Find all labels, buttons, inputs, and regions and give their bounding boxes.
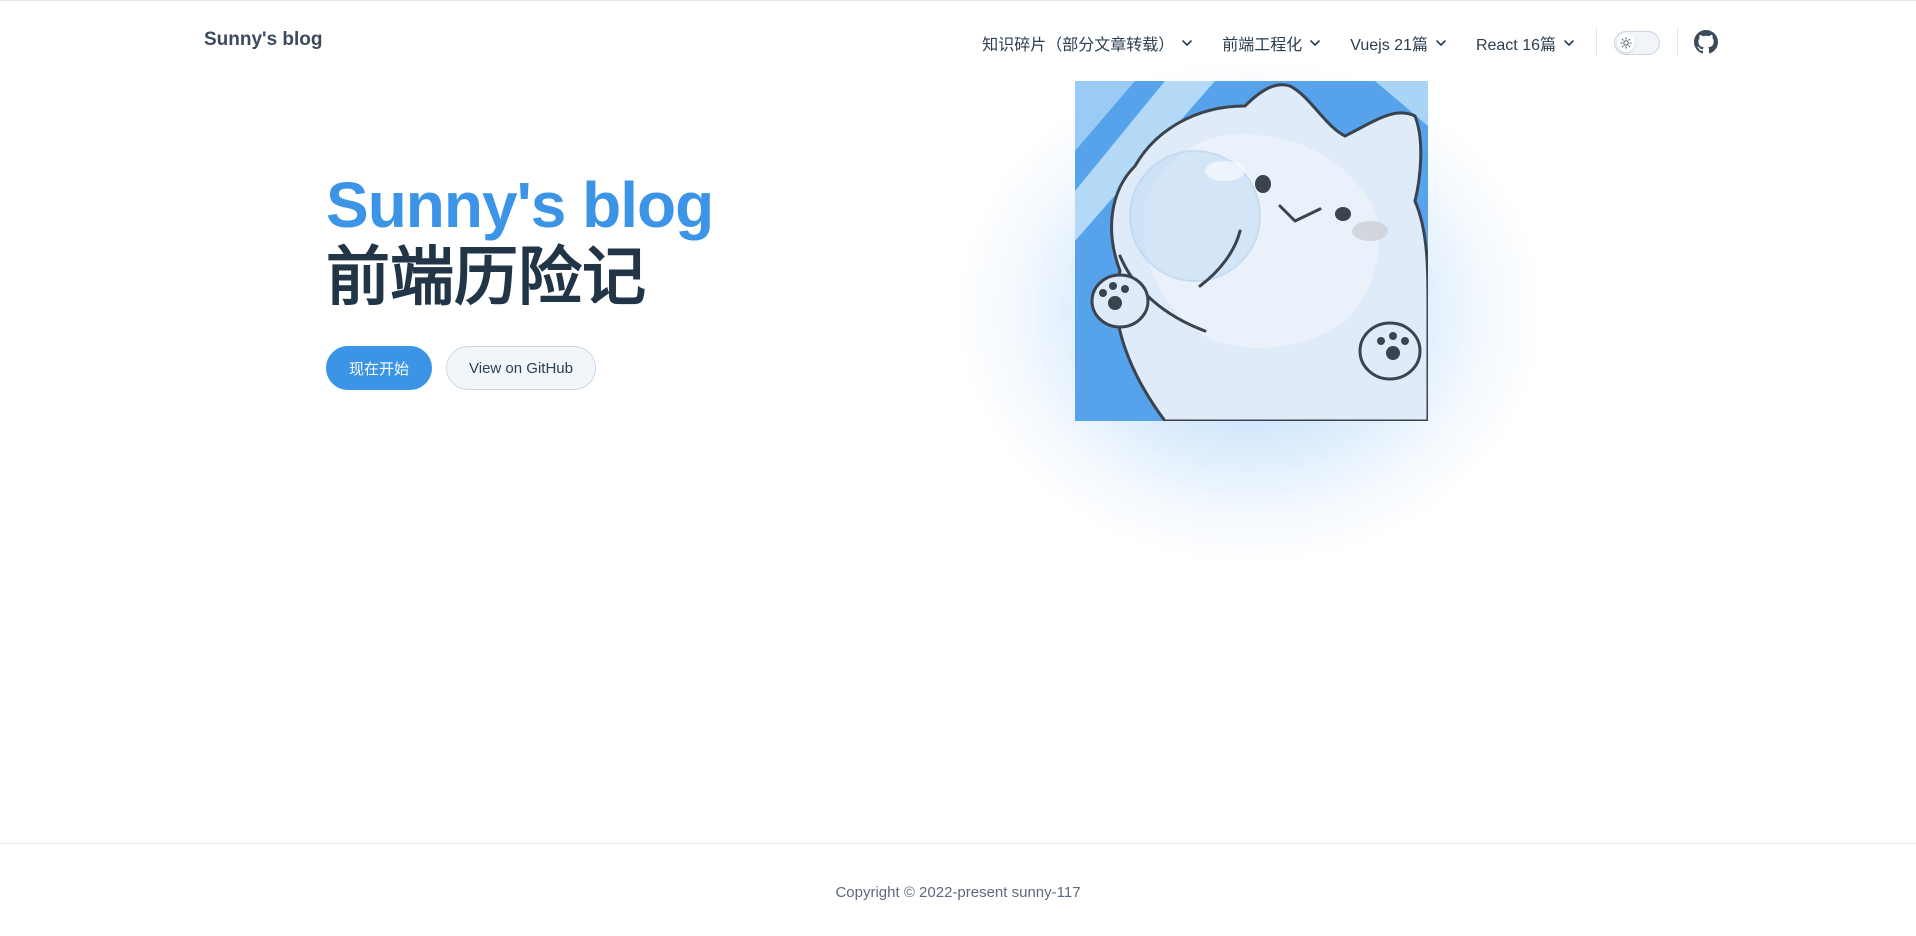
copyright-text: Copyright © 2022-present sunny-117: [835, 884, 1081, 901]
nav-item-engineering[interactable]: 前端工程化: [1222, 31, 1322, 55]
nav-menu: 知识碎片（部分文章转载） 前端工程化 Vuejs 21篇 React 16篇: [982, 31, 1576, 55]
chevron-down-icon: [1562, 36, 1576, 50]
theme-toggle[interactable]: [1614, 31, 1660, 55]
nav-item-vuejs[interactable]: Vuejs 21篇: [1350, 31, 1448, 55]
nav-item-react[interactable]: React 16篇: [1476, 31, 1576, 55]
nav-item-label: Vuejs 21篇: [1350, 37, 1428, 54]
cartoon-cat-image: [1075, 81, 1428, 421]
nav-divider: [1677, 27, 1678, 57]
hero-actions: 现在开始 View on GitHub: [326, 346, 596, 390]
page: Sunny's blog 知识碎片（部分文章转载） 前端工程化 Vuejs 21…: [0, 0, 1916, 936]
nav-item-knowledge[interactable]: 知识碎片（部分文章转载）: [982, 31, 1194, 55]
get-started-button[interactable]: 现在开始: [326, 346, 433, 390]
chevron-down-icon: [1180, 36, 1194, 50]
nav-item-label: 知识碎片（部分文章转载）: [982, 37, 1175, 54]
hero-name: Sunny's blog: [326, 169, 714, 241]
chevron-down-icon: [1434, 36, 1448, 50]
site-title-link[interactable]: Sunny's blog: [204, 29, 323, 51]
chevron-down-icon: [1308, 36, 1322, 50]
hero-text: 前端历险记: [326, 241, 646, 313]
nav-divider: [1596, 27, 1597, 57]
footer: Copyright © 2022-present sunny-117: [0, 843, 1916, 936]
nav-item-label: 前端工程化: [1222, 37, 1303, 54]
nav-item-label: React 16篇: [1475, 37, 1556, 54]
top-nav: Sunny's blog 知识碎片（部分文章转载） 前端工程化 Vuejs 21…: [0, 1, 1916, 83]
sun-icon: [1617, 34, 1635, 52]
github-icon[interactable]: [1694, 30, 1718, 54]
view-on-github-button[interactable]: View on GitHub: [446, 346, 596, 390]
